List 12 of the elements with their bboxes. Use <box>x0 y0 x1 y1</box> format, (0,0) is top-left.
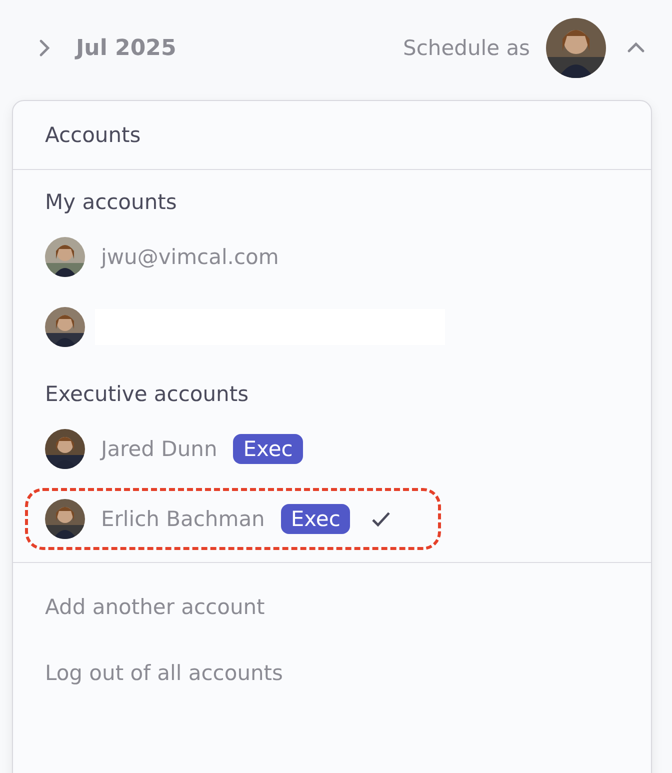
account-name[interactable]: Jared Dunn <box>101 437 218 461</box>
exec-badge: Exec <box>280 504 350 534</box>
section-heading: My accounts <box>44 189 178 216</box>
account-name[interactable]: jwu@vimcal.com <box>101 245 279 269</box>
menu-title: Accounts <box>13 101 651 170</box>
month-label: Jul 2025 <box>76 36 176 60</box>
schedule-label: Schedule as <box>403 36 530 60</box>
exec-badge: Exec <box>233 434 303 464</box>
account-name[interactable]: Erlich Bachman <box>101 507 265 531</box>
menu-action[interactable]: Log out of all accounts <box>13 643 315 709</box>
menu-action[interactable]: Add another account <box>13 577 297 643</box>
section-heading: Executive accounts <box>44 381 250 408</box>
